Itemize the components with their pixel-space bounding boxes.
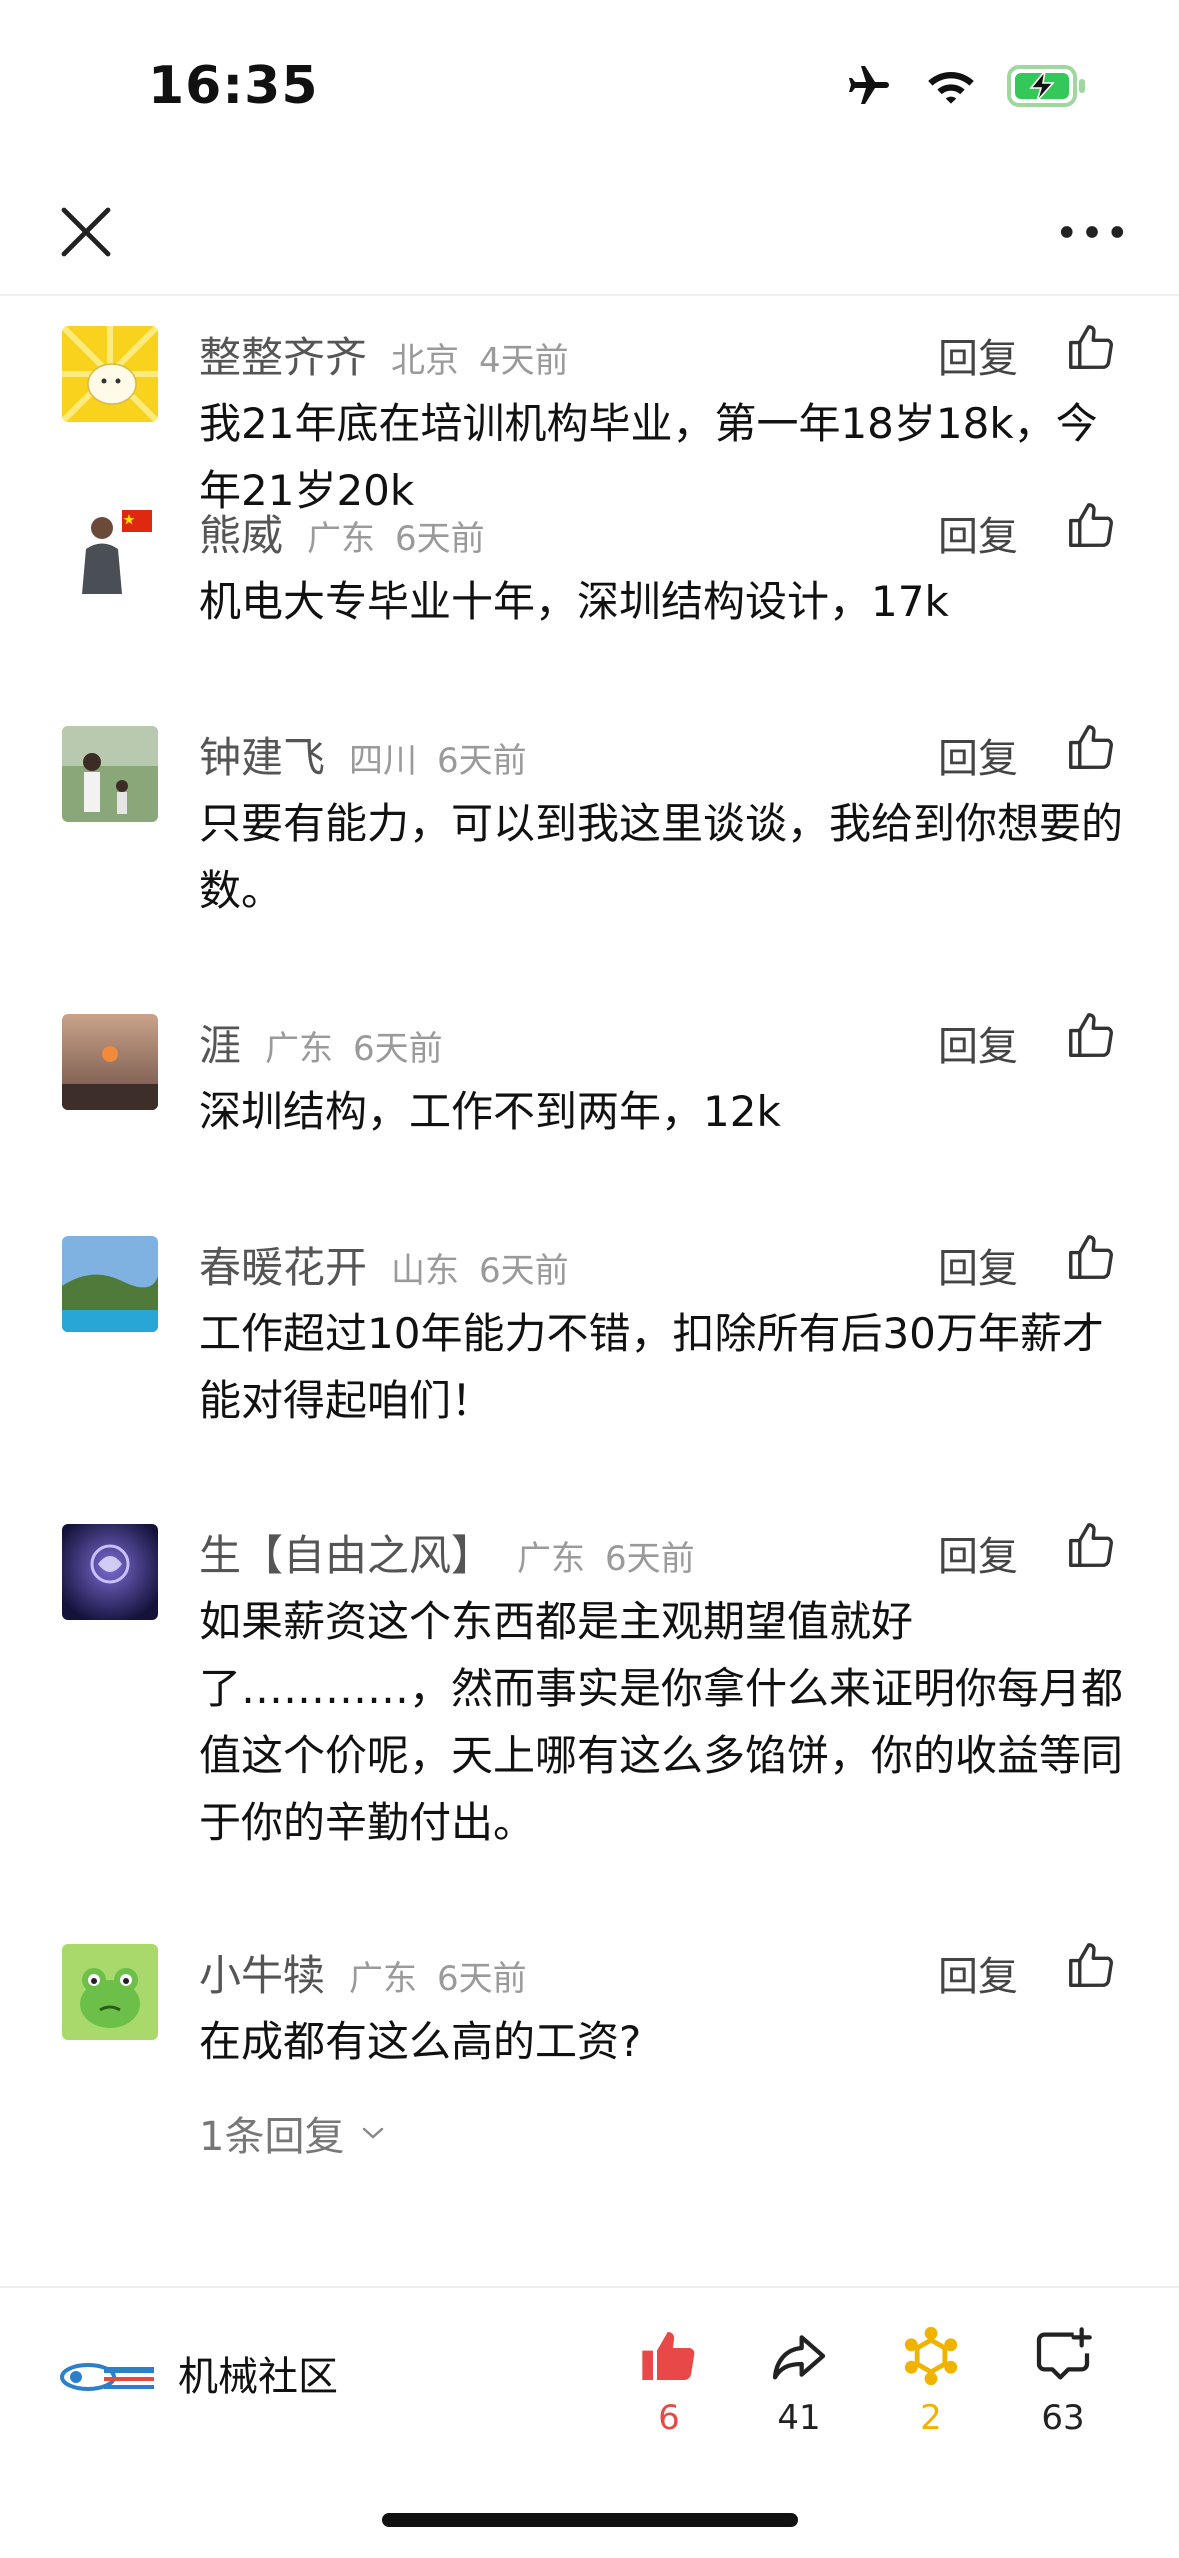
comment-text: 如果薪资这个东西都是主观期望值就好了…………，然而事实是你拿什么来证明你每月都值… [199, 1597, 1124, 1847]
comment-location: 广东 [517, 1539, 586, 1579]
comment-time: 6天前 [437, 1959, 527, 1999]
comment-time: 6天前 [479, 1251, 569, 1291]
comment-time: 4天前 [479, 341, 569, 381]
comment-location: 北京 [391, 341, 460, 381]
comment-text: 工作超过10年能力不错，扣除所有后30万年薪才能对得起咱们！ [199, 1309, 1104, 1425]
reply-button[interactable]: 回复 [938, 504, 1018, 562]
share-icon [772, 2335, 826, 2380]
airplane-icon [849, 66, 889, 104]
comment-item: 熊威 广东 6天前 回复 机电大专毕业十年，深圳结构设计，17k [0, 474, 1179, 696]
add-comment-icon [1036, 2327, 1092, 2380]
thumbs-up-icon[interactable] [1064, 498, 1118, 552]
comment-time: 6天前 [605, 1539, 695, 1579]
wifi-icon [928, 72, 974, 104]
comment-text: 在成都有这么高的工资? [199, 2017, 642, 2066]
share-action[interactable]: 41 [744, 2324, 854, 2438]
comment-item: 春暖花开 山东 6天前 回复 工作超过10年能力不错，扣除所有后30万年薪才能对… [0, 1206, 1179, 1494]
thumbs-up-icon[interactable] [1064, 320, 1118, 374]
comment-header: 熊威 广东 6天前 [199, 502, 485, 562]
comment-time: 6天前 [353, 1029, 443, 1069]
like-action[interactable]: 6 [614, 2324, 724, 2438]
comment-author[interactable]: 涯 [199, 1012, 241, 1073]
comment-header: 小牛犊 广东 6天前 [199, 1942, 527, 2002]
comment-author[interactable]: 春暖花开 [199, 1234, 367, 1295]
comment-text: 只要有能力，可以到我这里谈谈，我给到你想要的数。 [199, 799, 1124, 915]
avatar[interactable] [62, 1236, 158, 1332]
avatar[interactable] [62, 326, 158, 422]
thumbs-up-icon[interactable] [1064, 1230, 1118, 1284]
comment-item: 生【自由之风】 广东 6天前 回复 如果薪资这个东西都是主观期望值就好了…………… [0, 1494, 1179, 1914]
nav-bar [0, 170, 1179, 296]
comment-item: 小牛犊 广东 6天前 回复 在成都有这么高的工资? 1条回复 [0, 1914, 1179, 2286]
brand-name: 机械社区 [178, 2354, 338, 2400]
thumbs-up-icon[interactable] [1064, 1008, 1118, 1062]
comment-list: 整整齐齐 北京 4天前 回复 我21年底在培训机构毕业，第一年18岁18k，今年… [0, 296, 1179, 2286]
comment-author[interactable]: 生【自由之风】 [199, 1522, 493, 1583]
comment-location: 广东 [349, 1959, 418, 1999]
brand[interactable]: 机械社区 [58, 2344, 338, 2402]
comment-item: 涯 广东 6天前 回复 深圳结构，工作不到两年，12k [0, 984, 1179, 1206]
status-time: 16:35 [148, 56, 319, 116]
thumbs-up-icon[interactable] [1064, 1518, 1118, 1572]
comment-header: 整整齐齐 北京 4天前 [199, 324, 569, 384]
favorite-badge-icon [904, 2326, 958, 2386]
status-bar: 16:35 [0, 0, 1179, 170]
avatar[interactable] [62, 726, 158, 822]
comment-count: 63 [1041, 2398, 1085, 2438]
reply-button[interactable]: 回复 [938, 1944, 1018, 2002]
avatar[interactable] [62, 1944, 158, 2040]
like-count: 6 [658, 2398, 680, 2438]
comment-text: 机电大专毕业十年，深圳结构设计，17k [199, 577, 949, 626]
comment-header: 生【自由之风】 广东 6天前 [199, 1522, 695, 1582]
favorite-action[interactable]: 2 [876, 2324, 986, 2438]
reply-button[interactable]: 回复 [938, 1014, 1018, 1072]
comment-header: 钟建飞 四川 6天前 [199, 724, 527, 784]
thumbs-up-icon[interactable] [1064, 1938, 1118, 1992]
comment-header: 春暖花开 山东 6天前 [199, 1234, 569, 1294]
comment-item: 钟建飞 四川 6天前 回复 只要有能力，可以到我这里谈谈，我给到你想要的数。 [0, 696, 1179, 984]
comment-author[interactable]: 钟建飞 [199, 724, 325, 785]
comment-location: 广东 [307, 519, 376, 559]
brand-logo [60, 2363, 154, 2391]
comment-location: 广东 [265, 1029, 334, 1069]
reply-button[interactable]: 回复 [938, 1236, 1018, 1294]
home-indicator[interactable] [382, 2513, 798, 2527]
comment-header: 涯 广东 6天前 [199, 1012, 443, 1072]
reply-button[interactable]: 回复 [938, 726, 1018, 784]
comment-action[interactable]: 63 [1008, 2324, 1118, 2438]
chevron-down-icon [363, 2127, 384, 2139]
comment-time: 6天前 [437, 741, 527, 781]
view-replies-link[interactable]: 1条回复 [199, 2104, 388, 2162]
close-icon[interactable] [56, 202, 116, 262]
comment-location: 四川 [349, 741, 418, 781]
comment-author[interactable]: 熊威 [199, 502, 283, 563]
thumbs-up-icon[interactable] [1064, 720, 1118, 774]
comment-author[interactable]: 整整齐齐 [199, 324, 367, 385]
reply-button[interactable]: 回复 [938, 1524, 1018, 1582]
more-options-icon[interactable] [1057, 212, 1127, 252]
status-icons [843, 62, 1087, 110]
view-replies-label: 1条回复 [199, 2114, 345, 2160]
reply-button[interactable]: 回复 [938, 326, 1018, 384]
avatar[interactable] [62, 1524, 158, 1620]
comment-time: 6天前 [395, 519, 485, 559]
avatar[interactable] [62, 1014, 158, 1110]
avatar[interactable] [62, 504, 158, 600]
thumbs-up-filled-icon [642, 2332, 695, 2381]
battery-charging-icon [1007, 65, 1085, 107]
favorite-count: 2 [920, 2398, 942, 2438]
comment-location: 山东 [391, 1251, 460, 1291]
comment-text: 深圳结构，工作不到两年，12k [199, 1087, 781, 1136]
comment-author[interactable]: 小牛犊 [199, 1942, 325, 2003]
share-count: 41 [777, 2398, 821, 2438]
